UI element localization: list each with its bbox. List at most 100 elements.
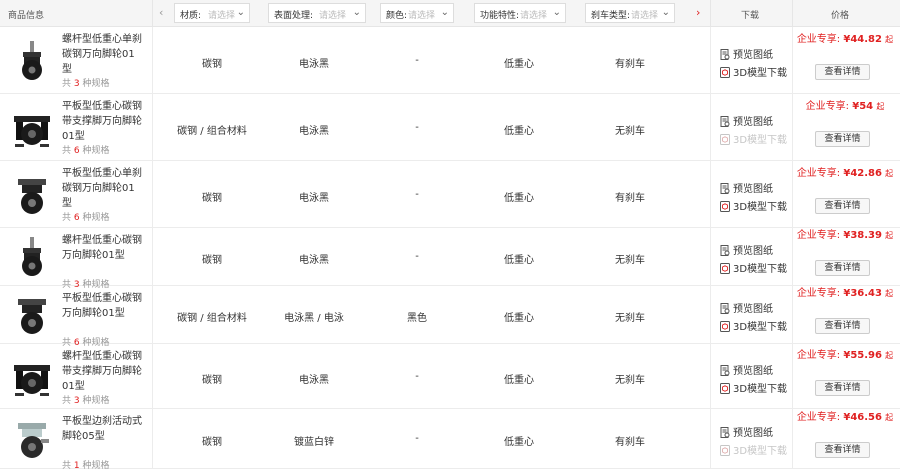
- product-name-link[interactable]: 平板型低重心碳钢万向脚轮01型: [62, 291, 142, 321]
- price-unit: 起: [876, 102, 885, 111]
- preview-drawing-link[interactable]: 预览图纸: [720, 300, 773, 315]
- preview-drawing-label: 预览图纸: [733, 50, 773, 61]
- feature-value: 低重心: [504, 375, 534, 386]
- price-prefix: 企业专享:: [796, 168, 841, 179]
- drawing-preview-icon: [720, 303, 733, 315]
- preview-drawing-link[interactable]: 预览图纸: [720, 424, 773, 439]
- filter-select-4[interactable]: 功能特性: 请选择 ⌄: [474, 3, 566, 23]
- price-amount: 46.56: [850, 412, 882, 423]
- column-divider: [152, 409, 153, 469]
- product-image[interactable]: [10, 173, 54, 217]
- view-details-button[interactable]: 查看详情: [815, 380, 870, 396]
- product-name-link[interactable]: 平板型低重心单刹碳钢万向脚轮01型: [62, 166, 142, 211]
- column-divider: [710, 286, 711, 344]
- preview-drawing-link[interactable]: 预览图纸: [720, 242, 773, 257]
- table-row: 平板型边刹活动式脚轮05型共 1 种规格 碳钢 镀蓝白锌 - 低重心 有刹车 预览图纸 3D模…: [0, 409, 900, 471]
- product-name-link[interactable]: 螺杆型低重心碳钢万向脚轮01型: [62, 233, 142, 263]
- preview-drawing-label: 预览图纸: [733, 117, 773, 128]
- preview-drawing-link[interactable]: 预览图纸: [720, 180, 773, 195]
- product-image[interactable]: [10, 417, 54, 461]
- drawing-preview-icon: [720, 116, 733, 128]
- surface-value: 镀蓝白锌: [294, 437, 334, 448]
- product-name-link[interactable]: 螺杆型低重心碳钢带支撑脚万向脚轮01型: [62, 349, 142, 394]
- spec-count-prefix: 共: [62, 213, 72, 223]
- material-value: 碳钢: [202, 59, 222, 70]
- feature-value: 低重心: [504, 437, 534, 448]
- 3d-model-download-link[interactable]: 3D模型下载: [720, 64, 787, 79]
- price-amount: 54: [859, 101, 874, 112]
- 3d-model-download-link: 3D模型下载: [720, 131, 787, 146]
- filter-select-3[interactable]: 颜色: 请选择 ⌄: [380, 3, 454, 23]
- cube-3d-icon: [720, 67, 733, 79]
- price-prefix: 企业专享:: [796, 34, 841, 45]
- price-unit: 起: [885, 35, 894, 44]
- header-divider: [792, 0, 793, 27]
- 3d-model-download-link[interactable]: 3D模型下载: [720, 198, 787, 213]
- column-divider: [792, 344, 793, 409]
- product-image[interactable]: [10, 106, 54, 150]
- download-column-header: 下载: [741, 11, 760, 21]
- product-image[interactable]: [10, 355, 54, 399]
- product-image[interactable]: [10, 39, 54, 83]
- view-details-button[interactable]: 查看详情: [815, 131, 870, 147]
- filter-select-2[interactable]: 表面处理: 请选择 ⌄: [268, 3, 366, 23]
- view-details-button[interactable]: 查看详情: [815, 318, 870, 334]
- enterprise-price: 企业专享: ¥42.86 起: [795, 167, 895, 181]
- cube-3d-icon: [720, 201, 733, 213]
- chevron-down-icon: ⌄: [552, 7, 561, 18]
- price-amount: 36.43: [850, 288, 882, 299]
- spec-count-number: 6: [73, 213, 80, 223]
- drawing-preview-icon: [720, 245, 733, 257]
- column-divider: [152, 27, 153, 94]
- surface-value: 电泳黑: [299, 255, 329, 266]
- table-row: 平板型低重心碳钢带支撑脚万向脚轮01型共 6 种规格 碳钢 / 组合材料 电泳黑 - 低…: [0, 94, 900, 161]
- preview-drawing-link[interactable]: 预览图纸: [720, 362, 773, 377]
- column-divider: [152, 228, 153, 286]
- spec-count: 共 3 种规格: [62, 393, 110, 406]
- product-name-link[interactable]: 平板型边刹活动式脚轮05型: [62, 414, 142, 444]
- preview-drawing-link[interactable]: 预览图纸: [720, 46, 773, 61]
- preview-drawing-link[interactable]: 预览图纸: [720, 113, 773, 128]
- view-details-button[interactable]: 查看详情: [815, 64, 870, 80]
- drawing-preview-icon: [720, 427, 733, 439]
- filter-label: 刹车类型:: [591, 11, 631, 21]
- brake-type-value: 无刹车: [615, 126, 645, 137]
- enterprise-price: 企业专享: ¥46.56 起: [795, 411, 895, 425]
- product-image[interactable]: [10, 235, 54, 279]
- 3d-model-download-link[interactable]: 3D模型下载: [720, 318, 787, 333]
- filter-select-1[interactable]: 材质: 请选择 ⌄: [174, 3, 250, 23]
- view-details-button[interactable]: 查看详情: [815, 260, 870, 276]
- table-header: 商品信息 ‹ 材质: 请选择 ⌄ 表面处理: 请选择 ⌄ 颜色: 请选择 ⌄ 功能特性: 请选择 ⌄ 刹…: [0, 0, 900, 27]
- brake-type-value: 有刹车: [615, 437, 645, 448]
- chevron-right-icon[interactable]: ›: [696, 6, 700, 20]
- column-divider: [152, 161, 153, 228]
- spec-count-suffix: 种规格: [82, 146, 110, 156]
- spec-count: 共 6 种规格: [62, 210, 110, 223]
- 3d-model-download-link[interactable]: 3D模型下载: [720, 260, 787, 275]
- filter-label: 表面处理:: [274, 11, 314, 21]
- product-name-link[interactable]: 螺杆型低重心单刹碳钢万向脚轮01型: [62, 32, 142, 77]
- enterprise-price: 企业专享: ¥54 起: [795, 100, 895, 114]
- header-divider: [152, 0, 153, 27]
- table-row: 螺杆型低重心碳钢万向脚轮01型共 3 种规格 碳钢 电泳黑 - 低重心 无刹车 预览图纸 3D…: [0, 228, 900, 290]
- brake-type-value: 有刹车: [615, 193, 645, 204]
- feature-value: 低重心: [504, 255, 534, 266]
- color-value: 黑色: [407, 313, 427, 324]
- chevron-left-icon[interactable]: ‹: [159, 6, 163, 20]
- view-details-button[interactable]: 查看详情: [815, 442, 870, 458]
- filter-placeholder: 请选择: [208, 11, 236, 21]
- filter-label: 颜色:: [386, 11, 408, 21]
- price-unit: 起: [885, 169, 894, 178]
- spec-count-prefix: 共: [62, 461, 72, 471]
- material-value: 碳钢 / 组合材料: [177, 126, 247, 137]
- material-value: 碳钢: [202, 193, 222, 204]
- color-value: -: [415, 371, 419, 382]
- product-image[interactable]: [10, 293, 54, 337]
- spec-count-suffix: 种规格: [82, 79, 110, 89]
- 3d-model-download-link[interactable]: 3D模型下载: [720, 380, 787, 395]
- table-row: 平板型低重心碳钢万向脚轮01型共 6 种规格 碳钢 / 组合材料 电泳黑 / 电泳黑…: [0, 286, 900, 348]
- filter-select-5[interactable]: 刹车类型: 请选择 ⌄: [585, 3, 675, 23]
- surface-value: 电泳黑: [299, 59, 329, 70]
- product-name-link[interactable]: 平板型低重心碳钢带支撑脚万向脚轮01型: [62, 99, 142, 144]
- view-details-button[interactable]: 查看详情: [815, 198, 870, 214]
